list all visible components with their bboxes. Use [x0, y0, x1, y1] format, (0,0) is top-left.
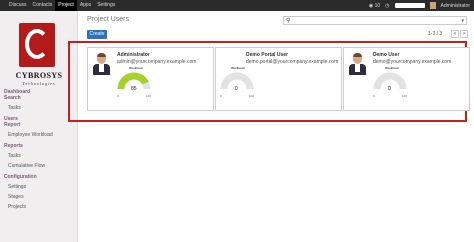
user-avatar[interactable] [429, 2, 436, 9]
sidebar-item-settings[interactable]: Settings [8, 184, 26, 190]
messages-indicator[interactable]: ◉ 10 [369, 3, 380, 9]
sidebar-item-tasks[interactable]: Tasks [8, 105, 21, 111]
sidebar-item-projects[interactable]: Projects [8, 204, 26, 210]
user-email: demo.portal@yourcompany.example.com [246, 59, 339, 65]
clock-icon[interactable]: ◷ [385, 3, 389, 9]
sidebar-item-cumulative-flow[interactable]: Cumulative Flow [8, 163, 45, 169]
create-button[interactable]: Create [87, 30, 107, 39]
gauge-value: 85 [131, 86, 137, 92]
logo-tagline: Technologies [22, 81, 56, 86]
pager-next-button[interactable]: > [460, 30, 468, 38]
user-email: demo@yourcompany.example.com [373, 59, 452, 65]
user-card-demo-portal-user[interactable]: Demo Portal User demo.portal@yourcompany… [215, 47, 342, 111]
logo-mark [19, 23, 55, 67]
search-icon: ⚲ [286, 18, 291, 24]
user-photo [92, 53, 111, 75]
user-photo [348, 53, 367, 75]
gauge-max: 100 [146, 94, 152, 98]
nav-discuss[interactable]: Discuss [6, 0, 30, 11]
sidebar-section-search: Search [4, 95, 21, 101]
sidebar-section-report: Report [4, 122, 21, 128]
sidebar-item-stages[interactable]: Stages [8, 194, 24, 200]
pager-value[interactable]: 1-3 / 3 [428, 31, 442, 37]
top-search-input[interactable] [394, 3, 425, 8]
user-menu[interactable]: Administrator [441, 3, 470, 9]
user-card-demo-user[interactable]: Demo User demo@yourcompany.example.com W… [343, 47, 470, 111]
search-options-icon[interactable]: ▾ [461, 18, 464, 24]
sidebar: CYBROSYS Technologies Dashboard Search T… [0, 11, 78, 242]
gauge-value: 0 [388, 86, 391, 92]
gauge-value: 0 [235, 86, 238, 92]
gauge-min: 0 [373, 94, 375, 98]
nav-apps[interactable]: Apps [77, 0, 94, 11]
messages-count: 10 [374, 2, 381, 9]
gauge-max: 100 [249, 94, 255, 98]
nav-contacts[interactable]: Contacts [30, 0, 56, 11]
app-menu: Discuss Contacts Project Apps Settings [0, 0, 118, 11]
company-logo: CYBROSYS Technologies [8, 19, 70, 93]
nav-settings[interactable]: Settings [94, 0, 118, 11]
sidebar-item-employee-workload[interactable]: Employee Workload [8, 132, 53, 138]
nav-project[interactable]: Project [55, 0, 77, 11]
user-email: admin@yourcompany.example.com [117, 59, 197, 65]
user-card-administrator[interactable]: Administrator admin@yourcompany.example.… [87, 47, 214, 111]
user-name: Demo User [373, 52, 400, 58]
main-content: Project Users ⚲ ▾ Create 1-3 / 3 < > Adm… [68, 11, 474, 242]
gauge-min: 0 [117, 94, 119, 98]
page-title: Project Users [87, 16, 130, 23]
sidebar-item-report-tasks[interactable]: Tasks [8, 153, 21, 159]
gauge-min: 0 [220, 94, 222, 98]
gauge-max: 100 [402, 94, 408, 98]
top-navbar: Discuss Contacts Project Apps Settings ◉… [0, 0, 474, 11]
sidebar-section-reports: Reports [4, 143, 23, 149]
pager-prev-button[interactable]: < [451, 30, 459, 38]
user-name: Demo Portal User [246, 52, 288, 58]
sidebar-section-configuration: Configuration [4, 174, 37, 180]
logo-name: CYBROSYS [15, 71, 63, 80]
search-input[interactable]: ⚲ ▾ [283, 16, 467, 25]
chat-icon: ◉ [368, 2, 374, 9]
user-name: Administrator [117, 52, 150, 58]
